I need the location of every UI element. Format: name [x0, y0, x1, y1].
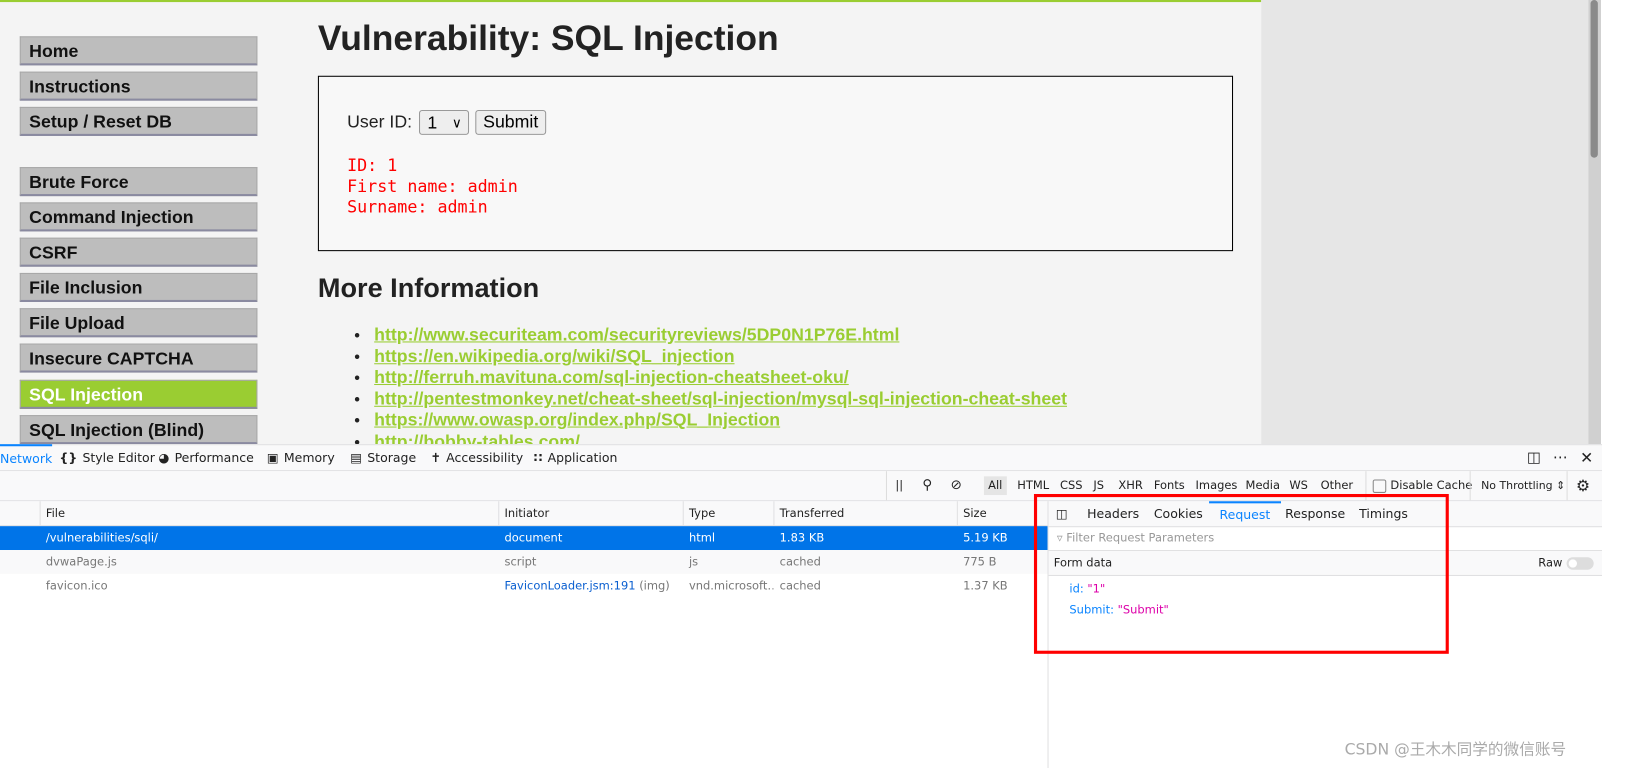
nav-command-injection[interactable]: Command Injection [19, 202, 258, 232]
submit-button[interactable]: Submit [475, 110, 547, 135]
column-transferred[interactable]: Transferred [773, 501, 956, 526]
grid-icon: ∷ [533, 450, 543, 465]
more-information-heading: More Information [317, 271, 540, 304]
disable-cache-label: Disable Cache [1390, 478, 1473, 492]
nav-setup-reset-db[interactable]: Setup / Reset DB [19, 106, 258, 136]
filter-all[interactable]: All [983, 476, 1007, 496]
search-icon[interactable]: ⚲ [922, 471, 932, 500]
cell-initiator: script [504, 555, 537, 569]
table-row[interactable]: dvwaPage.js script js cached 775 B [0, 550, 1048, 574]
user-id-select[interactable]: 1 ∨ [419, 110, 470, 135]
raw-toggle[interactable]: Raw [1538, 551, 1594, 576]
toggle-switch[interactable] [1566, 557, 1594, 570]
tab-storage[interactable]: ▤ Storage [350, 445, 416, 471]
nav-instructions[interactable]: Instructions [19, 71, 258, 101]
cell-initiator: FaviconLoader.jsm:191 (img) [498, 574, 682, 598]
storage-icon: ▤ [350, 450, 363, 465]
tab-performance[interactable]: ◕ Performance [158, 445, 253, 471]
initiator-link[interactable]: FaviconLoader.jsm:191 [504, 579, 635, 592]
cell-type: vnd.microsoft… [688, 579, 774, 593]
highlight-annotation-box [1033, 493, 1449, 654]
throttling-select[interactable]: No Throttling ⇕ [1469, 471, 1565, 501]
result-id: ID: 1 [347, 155, 398, 176]
tab-label: Accessibility [446, 450, 524, 465]
tab-label: Performance [174, 450, 254, 465]
raw-label: Raw [1538, 556, 1563, 570]
reference-links: http://www.securiteam.com/securityreview… [354, 325, 1067, 444]
nav-file-inclusion[interactable]: File Inclusion [19, 272, 258, 302]
reference-link[interactable]: https://www.owasp.org/index.php/SQL_Inje… [374, 410, 780, 430]
column-type[interactable]: Type [682, 501, 774, 526]
nav-file-upload[interactable]: File Upload [19, 308, 258, 338]
tab-application[interactable]: ∷ Application [534, 445, 618, 471]
braces-icon: {} [59, 450, 78, 465]
tab-label: Network [0, 451, 53, 466]
page-background [1261, 0, 1589, 445]
settings-gear-icon[interactable]: ⚙ [1566, 471, 1590, 501]
tab-label: Memory [283, 450, 335, 465]
tab-memory[interactable]: ▣ Memory [267, 445, 335, 471]
user-id-value: 1 [427, 113, 438, 133]
tab-label: Application [547, 450, 618, 465]
nav-home[interactable]: Home [19, 36, 258, 66]
tab-accessibility[interactable]: ✝ Accessibility [430, 445, 523, 471]
nav-sql-injection[interactable]: SQL Injection [19, 379, 258, 409]
gauge-icon: ◕ [158, 450, 170, 465]
reference-link[interactable]: https://en.wikipedia.org/wiki/SQL_inject… [374, 346, 734, 366]
table-row[interactable]: /vulnerabilities/sqli/ document html 1.8… [0, 526, 1048, 551]
tab-style-editor[interactable]: {} Style Editor [59, 445, 154, 471]
throttling-value: No Throttling [1481, 479, 1553, 492]
page-title: Vulnerability: SQL Injection [317, 18, 779, 59]
dock-icon[interactable]: ◫ [1527, 445, 1541, 471]
result-surname: Surname: admin [347, 197, 488, 217]
page-scrollbar-thumb[interactable] [1590, 0, 1598, 158]
table-row[interactable]: favicon.ico FaviconLoader.jsm:191 (img) … [0, 574, 1048, 598]
column-file[interactable]: File [39, 501, 499, 526]
cell-transferred: cached [779, 555, 821, 569]
close-icon[interactable]: ✕ [1580, 445, 1593, 471]
chevron-down-icon: ∨ [451, 115, 462, 131]
cell-file: dvwaPage.js [45, 555, 117, 569]
reference-link[interactable]: http://pentestmonkey.net/cheat-sheet/sql… [374, 389, 1067, 409]
nav-insecure-captcha[interactable]: Insecure CAPTCHA [19, 343, 258, 373]
result-first-name: First name: admin [347, 176, 518, 197]
more-options-icon[interactable]: ⋯ [1553, 445, 1568, 471]
nav-sql-injection-blind[interactable]: SQL Injection (Blind) [19, 415, 258, 445]
vulnerable-form-box: User ID: 1 ∨ Submit ID: 1 First name: adm… [317, 75, 1234, 252]
cell-transferred: 1.83 KB [779, 531, 825, 545]
accessibility-icon: ✝ [430, 450, 441, 465]
reference-link[interactable]: http://bobby-tables.com/ [374, 432, 580, 444]
pause-icon[interactable]: || [885, 471, 903, 501]
checkbox-icon [1372, 478, 1387, 493]
nav-csrf[interactable]: CSRF [19, 237, 258, 267]
tab-label: Storage [367, 450, 417, 465]
tab-network[interactable]: Network [0, 444, 53, 472]
chip-icon: ▣ [266, 450, 279, 465]
column-initiator[interactable]: Initiator [498, 501, 682, 526]
tab-label: Style Editor [82, 450, 155, 465]
cell-transferred: cached [779, 579, 821, 593]
cell-file: favicon.ico [45, 579, 108, 593]
user-id-label: User ID: [347, 112, 413, 132]
cell-file: /vulnerabilities/sqli/ [45, 531, 158, 545]
nav-brute-force[interactable]: Brute Force [19, 167, 258, 197]
devtools-tabs: Network {} Style Editor ◕ Performance ▣ Mem… [0, 444, 1603, 472]
cell-initiator: document [504, 531, 563, 545]
cell-type: html [688, 531, 716, 545]
initiator-cause: (img) [639, 579, 670, 593]
requests-table-header: File Initiator Type Transferred Size [0, 501, 1048, 527]
cell-type: js [688, 555, 699, 569]
clear-icon[interactable]: ⊘ [951, 471, 962, 500]
reference-link[interactable]: http://ferruh.mavituna.com/sql-injection… [374, 368, 849, 388]
watermark: CSDN @王木木同学的微信账号 [1344, 739, 1567, 759]
dvwa-page: Home Instructions Setup / Reset DB Brute… [0, 0, 1262, 445]
reference-link[interactable]: http://www.securiteam.com/securityreview… [374, 325, 899, 345]
